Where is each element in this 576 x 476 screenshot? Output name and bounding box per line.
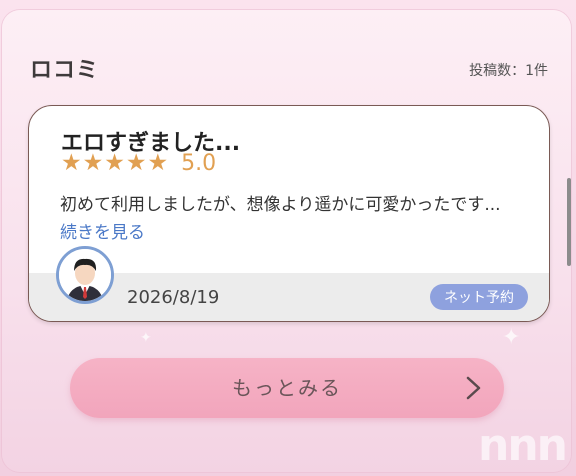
chevron-right-icon <box>464 375 484 405</box>
star-icon: ★ <box>147 150 169 176</box>
scrollbar[interactable] <box>567 178 571 266</box>
star-icon: ★ <box>125 150 147 176</box>
booking-badge: ネット予約 <box>430 284 528 310</box>
review-date: 2026/8/19 <box>127 287 220 308</box>
review-body: 初めて利用しましたが、想像より遥かに可愛かったです... 続きを見る <box>60 191 520 247</box>
avatar <box>56 246 114 304</box>
post-count: 投稿数：1件 <box>469 63 548 79</box>
review-card[interactable]: エロすぎました... ★ ★ ★ ★ ★ 5.0 初めて利用しましたが、想像より… <box>28 105 550 322</box>
read-more-link[interactable]: 続きを見る <box>60 223 145 243</box>
star-icon: ★ <box>61 150 82 176</box>
rating-stars: ★ ★ ★ ★ ★ 5.0 <box>61 151 216 176</box>
user-avatar-icon <box>59 249 111 301</box>
review-text: 初めて利用しましたが、想像より遥かに可愛かったです... <box>60 195 501 215</box>
sparkle-decoration: ✦ <box>502 325 521 350</box>
star-icon: ★ <box>104 150 125 176</box>
star-icon: ★ <box>82 150 104 176</box>
more-button[interactable]: もっとみる <box>70 358 504 418</box>
site-watermark: nnn <box>478 420 568 471</box>
section-title: ロコミ <box>30 58 100 83</box>
rating-score: 5.0 <box>181 151 217 176</box>
more-button-label: もっとみる <box>232 376 342 400</box>
sparkle-decoration: ✦ <box>140 330 152 346</box>
